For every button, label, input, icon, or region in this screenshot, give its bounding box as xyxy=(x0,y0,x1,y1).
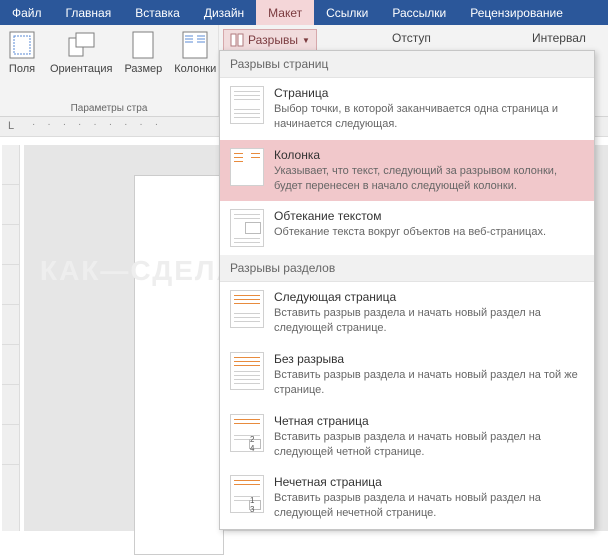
menu-item-desc: Вставить разрыв раздела и начать новый р… xyxy=(274,491,584,521)
margins-label: Поля xyxy=(9,63,35,76)
menu-item-column-break[interactable]: Колонка Указывает, что текст, следующий … xyxy=(220,140,594,202)
margins-icon xyxy=(6,29,38,61)
menu-item-title: Страница xyxy=(274,86,584,100)
continuous-icon xyxy=(230,352,264,390)
menu-item-odd-page[interactable]: 1 3 Нечетная страница Вставить разрыв ра… xyxy=(220,467,594,529)
orientation-label: Ориентация xyxy=(50,63,112,76)
text-wrapping-icon xyxy=(230,209,264,247)
tab-file[interactable]: Файл xyxy=(0,0,54,25)
menu-item-title: Четная страница xyxy=(274,414,584,428)
tab-design[interactable]: Дизайн xyxy=(192,0,256,25)
tab-review[interactable]: Рецензирование xyxy=(458,0,575,25)
column-break-icon xyxy=(230,148,264,186)
menu-item-desc: Вставить разрыв раздела и начать новый р… xyxy=(274,430,584,460)
document-page xyxy=(134,175,224,555)
menu-item-text-wrapping[interactable]: Обтекание текстом Обтекание текста вокру… xyxy=(220,201,594,255)
even-badge: 2 4 xyxy=(249,439,261,449)
size-label: Размер xyxy=(124,63,162,76)
menu-item-title: Нечетная страница xyxy=(274,475,584,489)
menu-item-next-page[interactable]: Следующая страница Вставить разрыв разде… xyxy=(220,282,594,344)
columns-icon xyxy=(179,29,211,61)
ruler-ticks: ········· xyxy=(32,119,158,130)
chevron-down-icon: ▼ xyxy=(302,36,310,45)
even-page-icon: 2 4 xyxy=(230,414,264,452)
menu-item-desc: Вставить разрыв раздела и начать новый р… xyxy=(274,306,584,336)
breaks-icon xyxy=(230,33,244,47)
menu-item-desc: Обтекание текста вокруг объектов на веб-… xyxy=(274,225,584,240)
columns-label: Колонки xyxy=(174,63,216,76)
odd-badge: 1 3 xyxy=(249,500,261,510)
menu-item-even-page[interactable]: 2 4 Четная страница Вставить разрыв разд… xyxy=(220,406,594,468)
breaks-label: Разрывы xyxy=(248,33,298,47)
indent-group-label: Отступ xyxy=(392,31,431,45)
tab-mailings[interactable]: Рассылки xyxy=(380,0,458,25)
page-setup-group-label: Параметры стра xyxy=(0,101,218,116)
size-button[interactable]: Размер xyxy=(118,27,168,101)
spacing-group-label: Интервал xyxy=(532,31,586,45)
dropdown-header-section-breaks: Разрывы разделов xyxy=(220,255,594,282)
tab-home[interactable]: Главная xyxy=(54,0,124,25)
margins-button[interactable]: Поля xyxy=(0,27,44,101)
ruler-corner: L xyxy=(8,120,14,132)
tab-layout[interactable]: Макет xyxy=(256,0,314,25)
menu-item-title: Колонка xyxy=(274,148,584,162)
dropdown-header-page-breaks: Разрывы страниц xyxy=(220,51,594,78)
menu-item-desc: Выбор точки, в которой заканчивается одн… xyxy=(274,102,584,132)
tab-references[interactable]: Ссылки xyxy=(314,0,380,25)
size-icon xyxy=(127,29,159,61)
menu-item-title: Следующая страница xyxy=(274,290,584,304)
odd-page-icon: 1 3 xyxy=(230,475,264,513)
menu-item-continuous[interactable]: Без разрыва Вставить разрыв раздела и на… xyxy=(220,344,594,406)
breaks-dropdown-button[interactable]: Разрывы ▼ xyxy=(223,29,317,51)
menu-item-desc: Вставить разрыв раздела и начать новый р… xyxy=(274,368,584,398)
menu-item-title: Обтекание текстом xyxy=(274,209,584,223)
ribbon-group-page-setup: Поля Ориентация Размер Колонки xyxy=(0,25,219,116)
menu-item-desc: Указывает, что текст, следующий за разры… xyxy=(274,164,584,194)
ribbon-tabs: Файл Главная Вставка Дизайн Макет Ссылки… xyxy=(0,0,608,25)
breaks-dropdown-menu: Разрывы страниц Страница Выбор точки, в … xyxy=(219,50,595,530)
page-break-icon xyxy=(230,86,264,124)
columns-button[interactable]: Колонки xyxy=(168,27,222,101)
orientation-button[interactable]: Ориентация xyxy=(44,27,118,101)
menu-item-page-break[interactable]: Страница Выбор точки, в которой заканчив… xyxy=(220,78,594,140)
tab-insert[interactable]: Вставка xyxy=(123,0,192,25)
next-page-icon xyxy=(230,290,264,328)
vertical-ruler[interactable] xyxy=(2,145,20,531)
menu-item-title: Без разрыва xyxy=(274,352,584,366)
orientation-icon xyxy=(65,29,97,61)
